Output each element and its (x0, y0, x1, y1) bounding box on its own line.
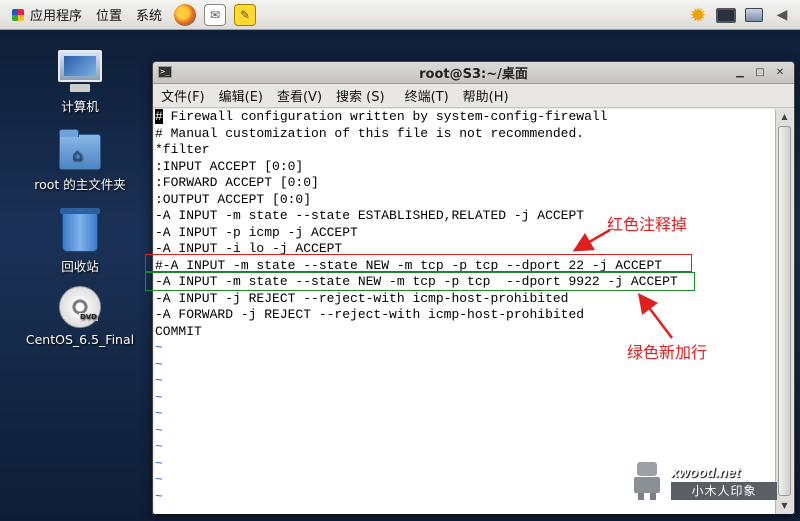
terminal-content[interactable]: # Firewall configuration written by syst… (154, 109, 776, 514)
editor-line: *filter (155, 142, 210, 157)
watermark-tagline: 小木人印象 (671, 482, 777, 500)
firefox-icon[interactable] (174, 3, 197, 26)
update-notifier-icon[interactable]: ✹ (688, 3, 708, 27)
mail-icon[interactable]: ✉ (204, 3, 227, 26)
system-tray: ✹ ◀ (688, 0, 800, 30)
vertical-scrollbar[interactable]: ▲ ▼ (775, 109, 793, 514)
menu-search[interactable]: 搜索 (S) (330, 86, 391, 105)
applications-menu[interactable]: 应用程序 (6, 0, 86, 29)
window-controls: ▁ □ ✕ (728, 65, 788, 80)
home-folder-icon: ⌂ (59, 129, 101, 170)
green-annotation-label: 绿色新加行 (627, 343, 708, 362)
desktop-icon-label: 计算机 (61, 99, 99, 114)
volume-icon[interactable]: ◀ (772, 5, 792, 25)
top-panel: 应用程序 位置 系统 ✉ ✎ ✹ ◀ (0, 0, 800, 30)
empty-line-tilde: ~ (155, 356, 163, 372)
robot-logo-icon (629, 460, 665, 500)
computer-icon (58, 50, 102, 92)
minimize-button[interactable]: ▁ (732, 65, 748, 80)
menu-terminal[interactable]: 终端(T) (399, 86, 455, 105)
dvd-icon: DVD (59, 286, 101, 328)
empty-line-tilde: ~ (155, 406, 163, 421)
terminal-menubar: 文件(F) 编辑(E) 查看(V) 搜索 (S) 终端(T) 帮助(H) (153, 84, 794, 108)
scroll-up-arrow-icon[interactable]: ▲ (776, 109, 793, 125)
desktop-icon-trash[interactable]: 回收站 (20, 208, 140, 275)
notes-icon[interactable]: ✎ (234, 3, 257, 26)
editor-line: # Firewall configuration written by syst… (155, 109, 608, 124)
empty-line-tilde: ~ (155, 422, 163, 438)
green-highlight-box (145, 272, 695, 291)
editor-line: -A INPUT -j REJECT --reject-with icmp-ho… (155, 290, 569, 306)
red-highlight-box (145, 254, 692, 272)
scrollbar-thumb[interactable] (778, 126, 791, 496)
terminal-icon: >_ (158, 66, 172, 78)
empty-line-tilde: ~ (155, 472, 163, 487)
window-title: root@S3:~/桌面 (419, 67, 528, 82)
editor-line: :INPUT ACCEPT [0:0] (155, 158, 304, 174)
menu-view[interactable]: 查看(V) (271, 86, 328, 105)
desktop-icon-home[interactable]: ⌂ root 的主文件夹 (20, 129, 140, 193)
desktop-icon-label: root 的主文件夹 (34, 177, 126, 192)
editor-line: -A INPUT -p icmp -j ACCEPT (155, 224, 358, 240)
empty-line-tilde: ~ (155, 488, 163, 504)
watermark: xwood.net 小木人印象 (629, 460, 779, 502)
editor-line: :OUTPUT ACCEPT [0:0] (155, 191, 312, 207)
menu-help[interactable]: 帮助(H) (457, 86, 515, 105)
editor-line: # Manual customization of this file is n… (155, 125, 585, 141)
places-menu[interactable]: 位置 (92, 0, 126, 29)
panel-menus: 应用程序 位置 系统 ✉ ✎ (0, 0, 257, 29)
window-titlebar[interactable]: >_ root@S3:~/桌面 ▁ □ ✕ (153, 62, 794, 84)
empty-line-tilde: ~ (155, 455, 163, 471)
applications-icon (10, 7, 26, 23)
watermark-logo: xwood.net (671, 464, 741, 480)
close-button[interactable]: ✕ (772, 65, 788, 80)
empty-line-tilde: ~ (155, 340, 163, 355)
editor-line: :FORWARD ACCEPT [0:0] (155, 175, 319, 190)
text-cursor: # (155, 109, 163, 124)
empty-line-tilde: ~ (155, 389, 163, 405)
desktop-icon-label: 回收站 (61, 259, 99, 274)
display-icon[interactable] (716, 5, 736, 25)
desktop-icon-computer[interactable]: 计算机 (20, 50, 140, 115)
network-icon[interactable] (744, 5, 764, 25)
editor-line: -A INPUT -m state --state ESTABLISHED,RE… (155, 208, 585, 223)
system-menu[interactable]: 系统 (132, 0, 166, 29)
editor-line: COMMIT (155, 323, 202, 339)
desktop-icon-dvd[interactable]: DVD CentOS_6.5_Final (20, 286, 140, 347)
desktop-icon-label: CentOS_6.5_Final (25, 332, 135, 347)
editor-line: -A FORWARD -j REJECT --reject-with icmp-… (155, 307, 585, 322)
maximize-button[interactable]: □ (752, 65, 768, 80)
menu-edit[interactable]: 编辑(E) (213, 86, 269, 105)
red-annotation-label: 红色注释掉 (607, 215, 688, 234)
empty-line-tilde: ~ (155, 439, 163, 454)
trash-icon (60, 208, 100, 252)
empty-line-tilde: ~ (155, 373, 163, 388)
menu-file[interactable]: 文件(F) (155, 86, 211, 105)
